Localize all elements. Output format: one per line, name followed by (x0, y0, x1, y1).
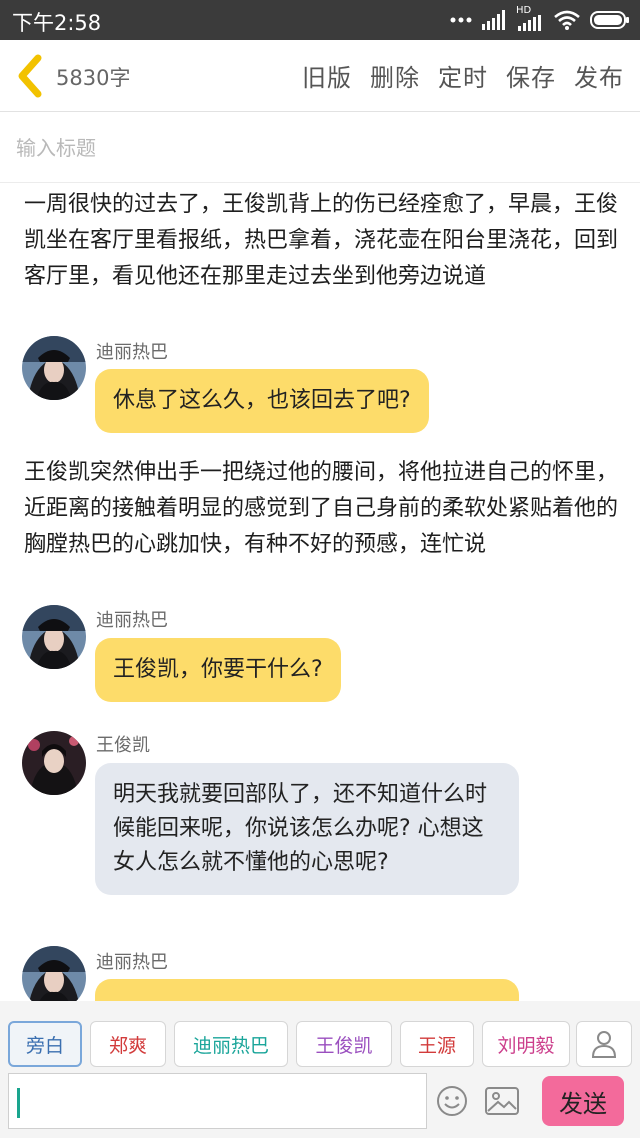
input-bar: 发送 (0, 1069, 640, 1138)
avatar[interactable] (22, 605, 86, 669)
battery-icon (590, 11, 629, 29)
chip-narrator[interactable]: 旁白 (8, 1021, 82, 1067)
person-icon (591, 1031, 617, 1058)
character-manager-button[interactable] (576, 1021, 632, 1067)
status-bar: 下午2:58 HD (0, 0, 640, 40)
chip-liu-mingyi[interactable]: 刘明毅 (482, 1021, 570, 1067)
message-bubble[interactable] (95, 979, 519, 1001)
more-dots-icon (450, 17, 472, 23)
chip-label: 郑爽 (108, 1034, 147, 1057)
chip-dilireba[interactable]: 迪丽热巴 (174, 1021, 288, 1067)
message-bubble[interactable]: 明天我就要回部队了，还不知道什么时候能回来呢，你说该怎么办呢? 心想这女人怎么就… (95, 763, 519, 895)
chip-label: 王源 (417, 1034, 456, 1057)
emoji-button[interactable] (436, 1085, 468, 1117)
back-button[interactable] (14, 54, 46, 98)
save-button[interactable]: 保存 (506, 58, 556, 93)
speaker-name: 迪丽热巴 (96, 610, 168, 631)
message-input[interactable] (8, 1073, 427, 1129)
message-bubble[interactable]: 王俊凯，你要干什么? (95, 638, 341, 702)
word-count: 5830字 (56, 66, 131, 90)
publish-button[interactable]: 发布 (574, 58, 624, 93)
avatar[interactable] (22, 336, 86, 400)
delete-button[interactable]: 删除 (370, 58, 420, 93)
chip-label: 迪丽热巴 (192, 1034, 269, 1057)
narration-paragraph: 一周很快的过去了，王俊凯背上的伤已经痊愈了，早晨，王俊凯坐在客厅里看报纸，热巴拿… (24, 192, 619, 289)
chip-wang-junkai[interactable]: 王俊凯 (296, 1021, 392, 1067)
status-icons: HD (450, 5, 630, 32)
chip-wang-yuan[interactable]: 王源 (400, 1021, 474, 1067)
story-content[interactable]: 一周很快的过去了，王俊凯背上的伤已经痊愈了，早晨，王俊凯坐在客厅里看报纸，热巴拿… (0, 183, 640, 1001)
narration-paragraph: 王俊凯突然伸出手一把绕过他的腰间，将他拉进自己的怀里，近距离的接触着明显的感觉到… (24, 460, 619, 557)
avatar[interactable] (22, 731, 86, 795)
title-input[interactable] (16, 131, 616, 165)
status-time: 下午2:58 (12, 11, 102, 35)
speaker-name: 迪丽热巴 (96, 342, 168, 363)
back-arrow-icon (18, 54, 42, 98)
title-row (0, 113, 640, 183)
editor-toolbar: 5830字 旧版 删除 定时 保存 发布 (0, 40, 640, 112)
character-selector: 旁白 郑爽 迪丽热巴 王俊凯 王源 刘明毅 (0, 1001, 640, 1069)
image-icon (485, 1087, 519, 1115)
image-button[interactable] (485, 1087, 519, 1115)
hd-signal-icon: HD (516, 5, 544, 31)
text-caret (17, 1088, 20, 1118)
message-bubble[interactable]: 休息了这么久，也该回去了吧? (95, 369, 429, 433)
avatar[interactable] (22, 946, 86, 1001)
chip-label: 刘明毅 (497, 1034, 555, 1057)
toolbar-actions: 旧版 删除 定时 保存 发布 (302, 58, 624, 93)
wifi-icon (554, 10, 580, 30)
emoji-icon (437, 1086, 467, 1116)
chip-label: 王俊凯 (315, 1034, 373, 1057)
send-button[interactable]: 发送 (542, 1076, 624, 1126)
chip-zheng-shuang[interactable]: 郑爽 (90, 1021, 166, 1067)
chip-label: 旁白 (25, 1034, 64, 1057)
schedule-button[interactable]: 定时 (438, 58, 488, 93)
speaker-name: 迪丽热巴 (96, 952, 168, 973)
old-version-button[interactable]: 旧版 (302, 58, 352, 93)
signal-icon (482, 10, 505, 30)
speaker-name: 王俊凯 (96, 735, 150, 756)
